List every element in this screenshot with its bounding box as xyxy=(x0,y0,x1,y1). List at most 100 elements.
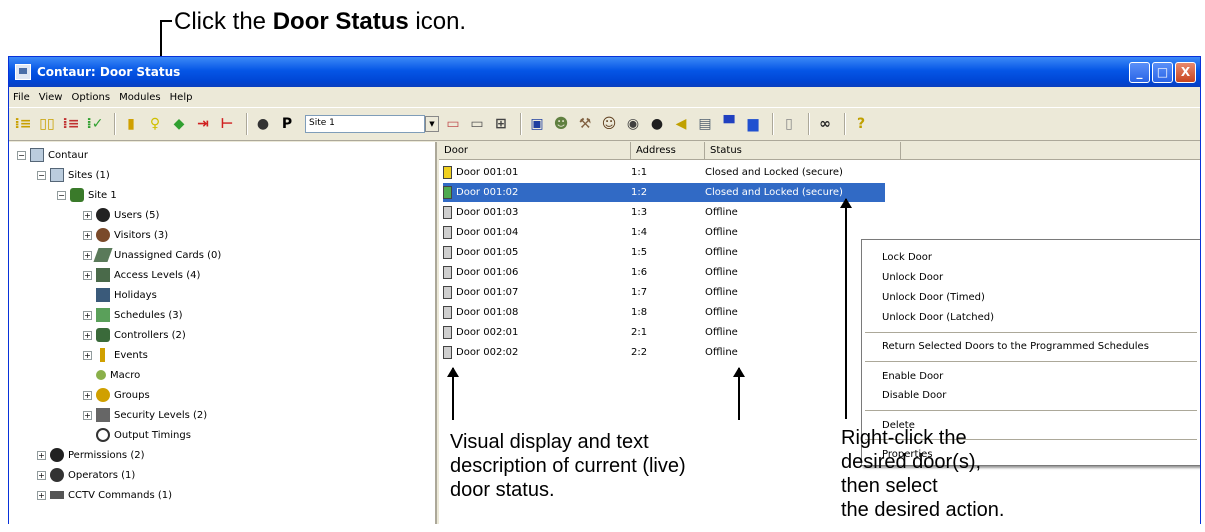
tree-item-security-levels[interactable]: + Security Levels (2) xyxy=(83,406,207,424)
toolbar: ⁞≡ ▯▯ ⁞≡ ⁞✓ ▮ ♀ ◆ ⇥ ⊢ ● P Site 1 ▼ ▭ ▭ ⊞… xyxy=(9,107,1200,141)
access-levels-icon xyxy=(96,268,110,282)
menu-view[interactable]: View xyxy=(39,92,63,103)
speaker-icon[interactable]: ◀ xyxy=(671,114,691,134)
lightbulb-icon[interactable]: ♀ xyxy=(145,114,165,134)
card-icon[interactable]: ▭ xyxy=(467,114,487,134)
table-row[interactable]: Door 001:01 1:1 Closed and Locked (secur… xyxy=(443,163,885,182)
table-row[interactable]: Door 002:02 2:2 Offline xyxy=(443,343,885,362)
diamond-icon[interactable]: ◆ xyxy=(169,114,189,134)
tree-item-holidays[interactable]: Holidays xyxy=(96,286,157,304)
menu-options[interactable]: Options xyxy=(71,92,110,103)
door-status-icon[interactable]: ▮ xyxy=(121,114,141,134)
tree-item-groups[interactable]: + Groups xyxy=(83,386,150,404)
collapse-icon[interactable]: − xyxy=(57,190,66,200)
table-row-selected[interactable]: Door 001:02 1:2 Closed and Locked (secur… xyxy=(443,183,885,202)
tools-icon[interactable]: ⚒ xyxy=(575,114,595,134)
table-row[interactable]: Door 001:03 1:3 Offline xyxy=(443,203,885,222)
door-offline-icon xyxy=(443,206,452,219)
expand-icon[interactable]: + xyxy=(37,470,46,480)
user-icon[interactable]: ● xyxy=(253,114,273,134)
badge-icon[interactable]: ▣ xyxy=(527,114,547,134)
collapse-icon[interactable]: − xyxy=(17,150,26,160)
checkmark-icon[interactable]: ⁞✓ xyxy=(85,114,105,134)
site-dropdown-arrow-icon[interactable]: ▼ xyxy=(425,116,439,132)
card-icon xyxy=(93,248,113,262)
tree-item-output-timings[interactable]: Output Timings xyxy=(96,426,191,444)
column-header-status[interactable]: Status xyxy=(705,142,901,159)
expand-icon[interactable]: + xyxy=(83,250,92,260)
card-reader-icon[interactable]: ▭ xyxy=(443,114,463,134)
expand-icon[interactable]: + xyxy=(37,490,46,500)
menu-item-unlock-door-timed[interactable]: Unlock Door (Timed) xyxy=(882,292,985,303)
tree-item-access-levels[interactable]: + Access Levels (4) xyxy=(83,266,200,284)
title-bar[interactable]: Contaur: Door Status _ □ X xyxy=(9,57,1200,87)
annotation-live-status: Visual display and text description of c… xyxy=(450,431,686,501)
tree-item-controllers[interactable]: + Controllers (2) xyxy=(83,326,186,344)
toolbar-separator xyxy=(844,113,846,135)
menu-item-unlock-door-latched[interactable]: Unlock Door (Latched) xyxy=(882,312,994,323)
menu-file[interactable]: File xyxy=(13,92,30,103)
tree-item-events[interactable]: + Events xyxy=(83,346,148,364)
table-row[interactable]: Door 001:07 1:7 Offline xyxy=(443,283,885,302)
arrow-right-icon[interactable]: ⊢ xyxy=(217,114,237,134)
table-row[interactable]: Door 001:05 1:5 Offline xyxy=(443,243,885,262)
minimize-button[interactable]: _ xyxy=(1129,61,1150,83)
camera-icon[interactable]: ◉ xyxy=(623,114,643,134)
network-icon[interactable]: ⊞ xyxy=(491,114,511,134)
list-header: Door Address Status xyxy=(439,142,1200,160)
menu-help[interactable]: Help xyxy=(170,92,193,103)
expand-icon[interactable]: + xyxy=(83,230,92,240)
monitor-icon[interactable]: ▀ xyxy=(719,114,739,134)
tree-item-schedules[interactable]: + Schedules (3) xyxy=(83,306,183,324)
tree-item-unassigned-cards[interactable]: + Unassigned Cards (0) xyxy=(83,246,221,264)
expand-icon[interactable]: + xyxy=(83,210,92,220)
menu-item-unlock-door[interactable]: Unlock Door xyxy=(882,272,943,283)
person-icon[interactable]: ● xyxy=(647,114,667,134)
tree-item-visitors[interactable]: + Visitors (3) xyxy=(83,226,168,244)
report-icon[interactable]: ▤ xyxy=(695,114,715,134)
expand-icon[interactable]: + xyxy=(83,330,92,340)
arrow-left-icon[interactable]: ⇥ xyxy=(193,114,213,134)
p-icon[interactable]: P xyxy=(277,114,297,134)
menu-item-disable-door[interactable]: Disable Door xyxy=(882,390,946,401)
tree-item-cctv-commands[interactable]: + CCTV Commands (1) xyxy=(37,486,172,504)
help-icon[interactable]: ? xyxy=(851,114,871,134)
expand-icon[interactable]: + xyxy=(83,350,92,360)
table-row[interactable]: Door 001:04 1:4 Offline xyxy=(443,223,885,242)
tree-item-permissions[interactable]: + Permissions (2) xyxy=(37,446,145,464)
doors-list-icon[interactable]: ▯▯ xyxy=(37,114,57,134)
menu-item-enable-door[interactable]: Enable Door xyxy=(882,371,943,382)
site-select[interactable]: Site 1 xyxy=(305,115,425,133)
expand-icon[interactable]: + xyxy=(37,450,46,460)
operators-icon xyxy=(50,468,64,482)
cards-list-icon[interactable]: ⁞≡ xyxy=(13,114,33,134)
menu-modules[interactable]: Modules xyxy=(119,92,161,103)
maximize-button[interactable]: □ xyxy=(1152,61,1173,83)
binoculars-icon[interactable]: ∞ xyxy=(815,114,835,134)
tree-item-sites[interactable]: − Sites (1) xyxy=(37,166,110,184)
table-row[interactable]: Door 001:08 1:8 Offline xyxy=(443,303,885,322)
screen-icon[interactable]: ▆ xyxy=(743,114,763,134)
column-header-door[interactable]: Door xyxy=(439,142,631,159)
tree-item-site-1[interactable]: − Site 1 xyxy=(57,186,117,204)
collapse-icon[interactable]: − xyxy=(37,170,46,180)
table-row[interactable]: Door 002:01 2:1 Offline xyxy=(443,323,885,342)
tree-item-contaur[interactable]: − Contaur xyxy=(17,146,88,164)
expand-icon[interactable]: + xyxy=(83,310,92,320)
menu-item-lock-door[interactable]: Lock Door xyxy=(882,252,932,263)
expand-icon[interactable]: + xyxy=(83,390,92,400)
events-list-icon[interactable]: ⁞≡ xyxy=(61,114,81,134)
expand-icon[interactable]: + xyxy=(83,410,92,420)
tree-item-users[interactable]: + Users (5) xyxy=(83,206,159,224)
column-header-address[interactable]: Address xyxy=(631,142,705,159)
tree-item-operators[interactable]: + Operators (1) xyxy=(37,466,135,484)
document-icon[interactable]: ▯ xyxy=(779,114,799,134)
table-row[interactable]: Door 001:06 1:6 Offline xyxy=(443,263,885,282)
expand-icon[interactable]: + xyxy=(83,270,92,280)
menu-item-return-to-schedules[interactable]: Return Selected Doors to the Programmed … xyxy=(882,341,1149,352)
close-button[interactable]: X xyxy=(1175,61,1196,83)
annotation-right-click: Right-click the desired door(s), then se… xyxy=(841,427,1005,521)
operators-icon[interactable]: ☺ xyxy=(599,114,619,134)
visitor-icon[interactable]: ☻ xyxy=(551,114,571,134)
tree-item-macro[interactable]: Macro xyxy=(96,366,140,384)
